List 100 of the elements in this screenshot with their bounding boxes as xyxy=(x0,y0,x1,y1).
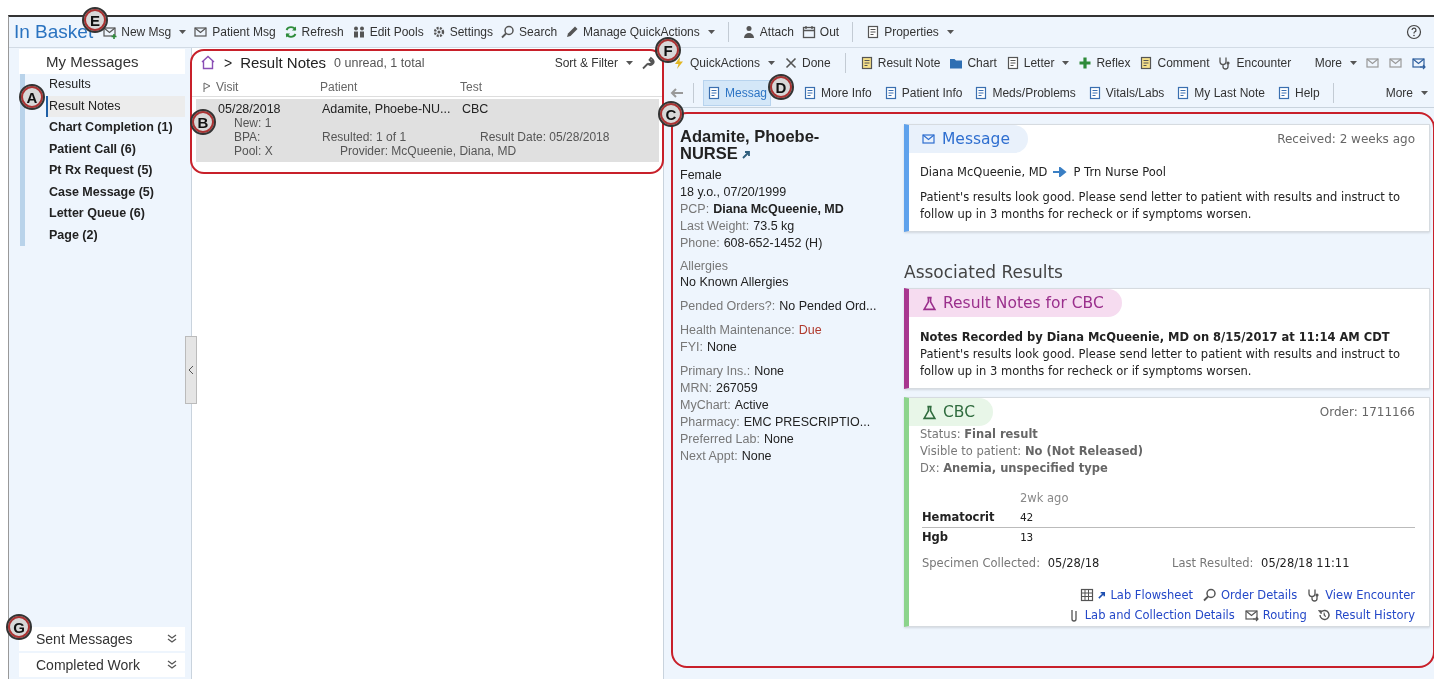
visit-date: 05/28/2018 xyxy=(218,102,282,116)
folder-item[interactable]: Case Message (5) xyxy=(46,181,185,203)
action-button[interactable]: QuickActions xyxy=(672,56,776,70)
pencil-icon xyxy=(565,25,580,39)
document-icon xyxy=(803,85,818,100)
document-icon xyxy=(1005,56,1020,70)
notes-header: Notes Recorded by Diana McQueenie, MD on 8/15/2017 at 11:14 AM CDT xyxy=(920,329,1391,346)
action-button[interactable]: Result Note xyxy=(859,56,941,70)
link[interactable]: Lab and Collection Details xyxy=(1084,608,1235,622)
action-button[interactable]: Comment xyxy=(1139,56,1210,70)
toolbar-button[interactable]: New Msg xyxy=(103,25,187,39)
link[interactable]: Result History xyxy=(1334,608,1415,622)
help-icon[interactable] xyxy=(1406,24,1422,40)
patient-field: Preferred Lab: None xyxy=(680,431,890,448)
folder-item[interactable]: Result Notes xyxy=(46,95,185,117)
toolbar-button[interactable]: Manage QuickActions xyxy=(565,25,715,39)
document-icon xyxy=(883,85,898,100)
toolbar-button[interactable]: Edit Pools xyxy=(351,25,424,39)
result-value: 13 xyxy=(1020,530,1035,546)
action-button[interactable]: Letter xyxy=(1005,56,1070,70)
refresh-icon xyxy=(283,25,298,39)
wrench-icon[interactable] xyxy=(641,55,655,70)
row-detail: Resulted: 1 of 1 xyxy=(322,130,408,144)
toolbar-button[interactable]: Search xyxy=(501,25,558,39)
close-icon xyxy=(784,56,799,70)
back-arrow-icon[interactable] xyxy=(670,86,684,99)
toolbar-button[interactable]: Out xyxy=(801,25,840,39)
action-button[interactable]: Chart xyxy=(949,56,997,70)
toolbar-button[interactable]: Properties xyxy=(866,25,954,39)
tab[interactable]: Vitals/Labs xyxy=(1083,79,1169,106)
calendar-icon xyxy=(801,25,816,39)
toolbar-button[interactable]: Settings xyxy=(431,25,494,39)
magnifier-icon xyxy=(1203,588,1218,602)
received-time: Received: 2 weeks ago xyxy=(1277,132,1415,146)
collapse-handle[interactable] xyxy=(185,336,197,404)
link[interactable]: Routing xyxy=(1262,608,1307,622)
folder-item[interactable]: Pt Rx Request (5) xyxy=(46,160,185,182)
patient-field: Primary Ins.: None xyxy=(680,363,890,380)
caret-icon xyxy=(179,30,187,34)
history-icon xyxy=(1316,608,1331,622)
tab[interactable]: Meds/Problems xyxy=(970,79,1080,106)
section-header[interactable]: Completed Work xyxy=(19,653,185,677)
patient-field: Phone: 608-652-1452 (H) xyxy=(680,235,890,252)
notes-body: Patient's results look good. Please send letter to patient with results and instruct to follow up in 3 months for recheck or if symptoms worsen. xyxy=(920,346,1401,380)
card-title: CBC xyxy=(909,398,993,426)
tab[interactable]: My Last Note xyxy=(1172,79,1269,106)
action-button[interactable]: Encounter xyxy=(1218,56,1292,70)
toolbar-button[interactable]: Attach xyxy=(741,25,794,39)
tab[interactable]: More Info xyxy=(799,79,876,106)
order-fact: Dx: Anemia, unspecified type xyxy=(920,460,1109,477)
patient-name: Adamite, Phoebe-NU... xyxy=(322,102,452,116)
action-button[interactable]: Reflex xyxy=(1078,56,1131,70)
link[interactable]: View Encounter xyxy=(1325,588,1415,602)
tab[interactable]: Messag xyxy=(703,79,772,106)
folder-item[interactable]: Page (2) xyxy=(46,224,185,246)
folder-item[interactable]: Results xyxy=(46,74,185,96)
order-number: Order: 1711166 xyxy=(1319,405,1415,419)
order-fact: Status: Final result xyxy=(920,426,1039,443)
breadcrumb-separator: > xyxy=(224,54,233,71)
field-value: No Known Allergies xyxy=(680,274,790,291)
link-arrow-icon[interactable] xyxy=(742,150,752,159)
caret-icon xyxy=(707,30,715,34)
card-title: Message xyxy=(909,125,1028,153)
tab[interactable]: Help xyxy=(1273,79,1324,106)
home-icon[interactable] xyxy=(200,55,216,70)
more-button[interactable]: More xyxy=(1314,56,1357,70)
folder-item[interactable]: Letter Queue (6) xyxy=(46,203,185,225)
column-header[interactable]: Visit xyxy=(216,80,320,94)
row-detail: Provider: McQueenie, Diana, MD xyxy=(339,144,517,158)
caret-icon xyxy=(626,60,633,65)
expand-icon xyxy=(167,634,177,644)
test-name: CBC xyxy=(462,102,489,116)
sender: Diana McQueenie, MD xyxy=(920,165,1048,179)
caret-icon xyxy=(768,61,776,65)
collected-date: Specimen Collected: 05/28/18 xyxy=(922,556,1101,570)
plus-icon xyxy=(1078,56,1093,70)
note-icon xyxy=(859,56,874,70)
sort-filter-button[interactable]: Sort & Filter xyxy=(554,55,633,70)
tab[interactable]: Patient Info xyxy=(879,79,967,106)
action-button[interactable]: Done xyxy=(784,56,831,70)
link[interactable]: Lab Flowsheet xyxy=(1110,588,1194,602)
result-value: 42 xyxy=(1020,510,1035,526)
folder-item[interactable]: Patient Call (6) xyxy=(46,138,185,160)
toolbar-button[interactable]: Patient Msg xyxy=(194,25,276,39)
folder-item[interactable]: Chart Completion (1) xyxy=(46,117,185,139)
envelope-icon xyxy=(1389,56,1403,70)
column-header[interactable]: Patient xyxy=(320,80,460,94)
expand-icon xyxy=(167,660,177,670)
patient-field: Pharmacy: EMC PRESCRIPTIO... xyxy=(680,414,890,431)
note-icon xyxy=(1139,56,1154,70)
more-button[interactable]: More xyxy=(1385,85,1428,100)
component-name: Hematocrit xyxy=(922,509,996,526)
column-header[interactable]: Test xyxy=(460,80,482,94)
row-detail: Pool: X xyxy=(234,144,274,158)
toolbar-button[interactable]: Refresh xyxy=(283,25,344,39)
folder-icon xyxy=(949,56,964,70)
patient-field: MyChart: Active xyxy=(680,397,890,414)
caret-icon xyxy=(946,30,954,34)
link[interactable]: Order Details xyxy=(1221,588,1298,602)
patient-field: Female xyxy=(680,167,890,184)
